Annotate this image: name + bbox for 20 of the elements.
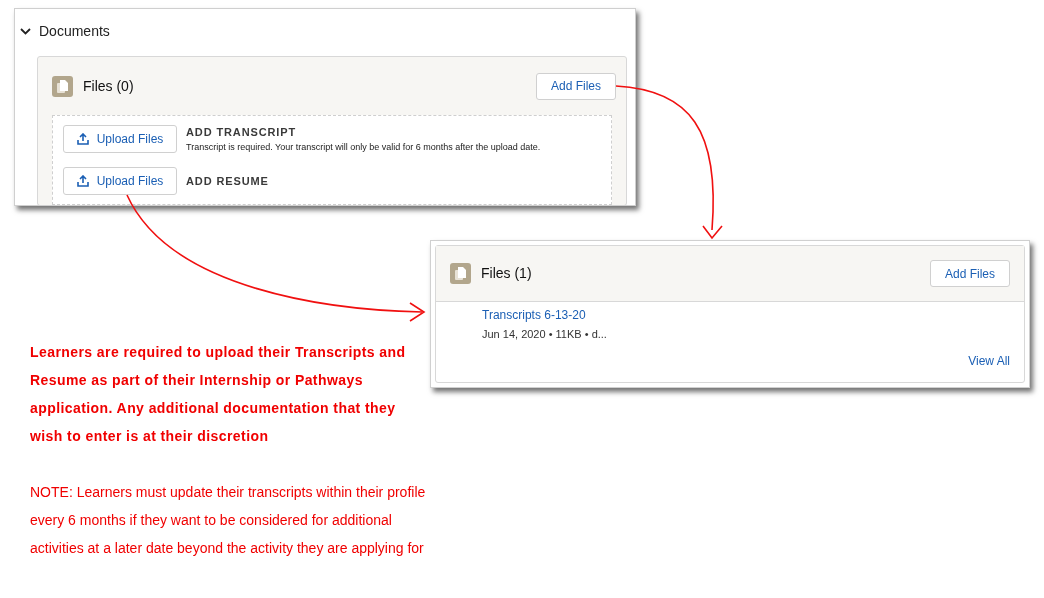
card-title: Files (0) [83, 76, 134, 96]
section-title: Documents [39, 22, 110, 41]
files-icon [52, 75, 73, 97]
add-files-button[interactable]: Add Files [535, 72, 616, 100]
files-icon [450, 263, 471, 284]
upload-label: ADD TRANSCRIPT [186, 125, 298, 140]
note-paragraph: Learners are required to upload their Transcripts and Resume as part of their Internship or Pathways application. Any additional documentation that they wish to enter is at their discretion [30, 343, 407, 446]
upload-icon [76, 175, 89, 187]
card-title: Files (1) [481, 264, 532, 283]
chevron-icon[interactable] [20, 26, 31, 37]
upload-icon [76, 133, 89, 145]
file-meta: Jun 14, 2020 • 11KB • d... [482, 327, 608, 342]
upload-description: Transcript is required. Your transcript will only be valid for 6 months after the upload date. [186, 140, 541, 154]
file-link[interactable]: Transcripts 6-13-20 [482, 306, 1010, 324]
upload-files-button[interactable]: Upload Files [63, 125, 177, 153]
upload-files-button[interactable]: Upload Files [63, 167, 177, 195]
upload-label: ADD RESUME [186, 173, 269, 189]
view-all-link[interactable]: View All [968, 352, 1010, 370]
add-files-button[interactable]: Add Files [929, 260, 1010, 287]
note-paragraph: NOTE: Learners must update their transcripts within their profile every 6 months if they want to be considered for additional activities at a later date beyond the activity they are applying for [30, 483, 427, 558]
